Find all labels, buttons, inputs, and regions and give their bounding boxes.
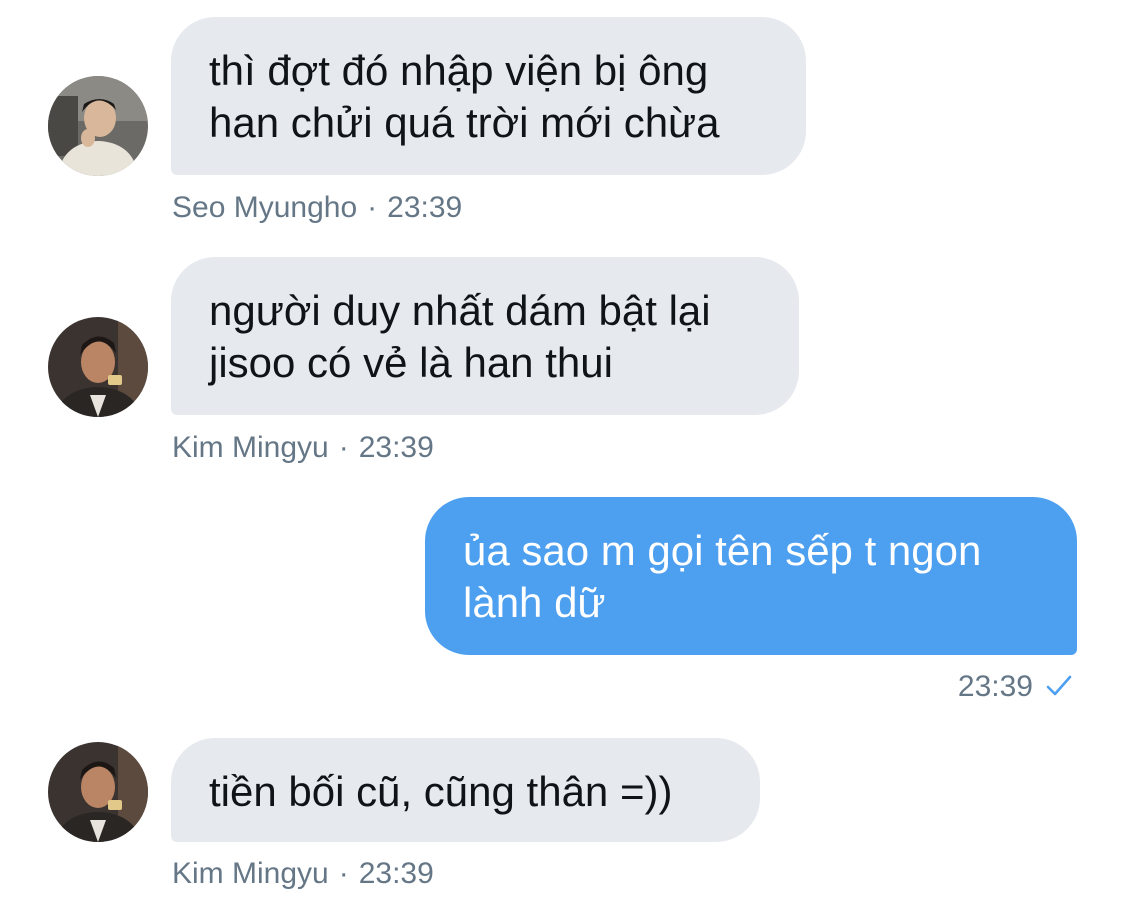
message-bubble[interactable]: ủa sao m gọi tên sếp t ngon lành dữ (425, 497, 1077, 655)
meta-separator: · (338, 431, 349, 464)
user-avatar-icon (48, 76, 148, 176)
message-bubble[interactable]: thì đợt đó nhập viện bị ông han chửi quá… (171, 17, 806, 175)
message-item: tiền bối cũ, cũng thân =)) Kim Mingyu · 23… (0, 720, 1125, 905)
message-text-line: jisoo có vẻ là han thui (209, 339, 613, 386)
message-text-line: lành dữ (463, 579, 606, 626)
message-timestamp: 23:39 (957, 670, 1033, 703)
message-item: thì đợt đó nhập viện bị ông han chửi quá… (0, 0, 1125, 240)
message-text-line: ủa sao m gọi tên sếp t ngon (463, 527, 982, 574)
message-timestamp: 23:39 (358, 431, 434, 464)
message-text-line: người duy nhất dám bật lại (209, 287, 711, 334)
avatar[interactable] (48, 317, 148, 417)
meta-separator: · (367, 191, 378, 224)
message-item: ủa sao m gọi tên sếp t ngon lành dữ 23:3… (0, 480, 1125, 720)
message-text-line: tiền bối cũ, cũng thân =)) (209, 768, 673, 815)
message-item: người duy nhất dám bật lại jisoo có vẻ l… (0, 240, 1125, 480)
message-meta: Kim Mingyu · 23:39 (172, 857, 434, 891)
message-bubble[interactable]: người duy nhất dám bật lại jisoo có vẻ l… (171, 257, 799, 415)
checkmark-icon (1045, 672, 1073, 706)
user-avatar-icon (48, 742, 148, 842)
message-timestamp: 23:39 (358, 857, 434, 890)
message-meta: Kim Mingyu · 23:39 (172, 431, 434, 465)
message-meta: 23:39 (958, 670, 1073, 706)
avatar[interactable] (48, 76, 148, 176)
avatar[interactable] (48, 742, 148, 842)
sender-name[interactable]: Kim Mingyu (172, 431, 329, 464)
message-text-line: thì đợt đó nhập viện bị ông (209, 47, 709, 94)
sender-name[interactable]: Seo Myungho (172, 191, 357, 224)
message-timestamp: 23:39 (387, 191, 463, 224)
message-bubble[interactable]: tiền bối cũ, cũng thân =)) (171, 738, 760, 842)
sender-name[interactable]: Kim Mingyu (172, 857, 329, 890)
meta-separator: · (338, 857, 349, 890)
message-meta: Seo Myungho · 23:39 (172, 191, 462, 225)
message-text-line: han chửi quá trời mới chừa (209, 99, 720, 146)
user-avatar-icon (48, 317, 148, 417)
